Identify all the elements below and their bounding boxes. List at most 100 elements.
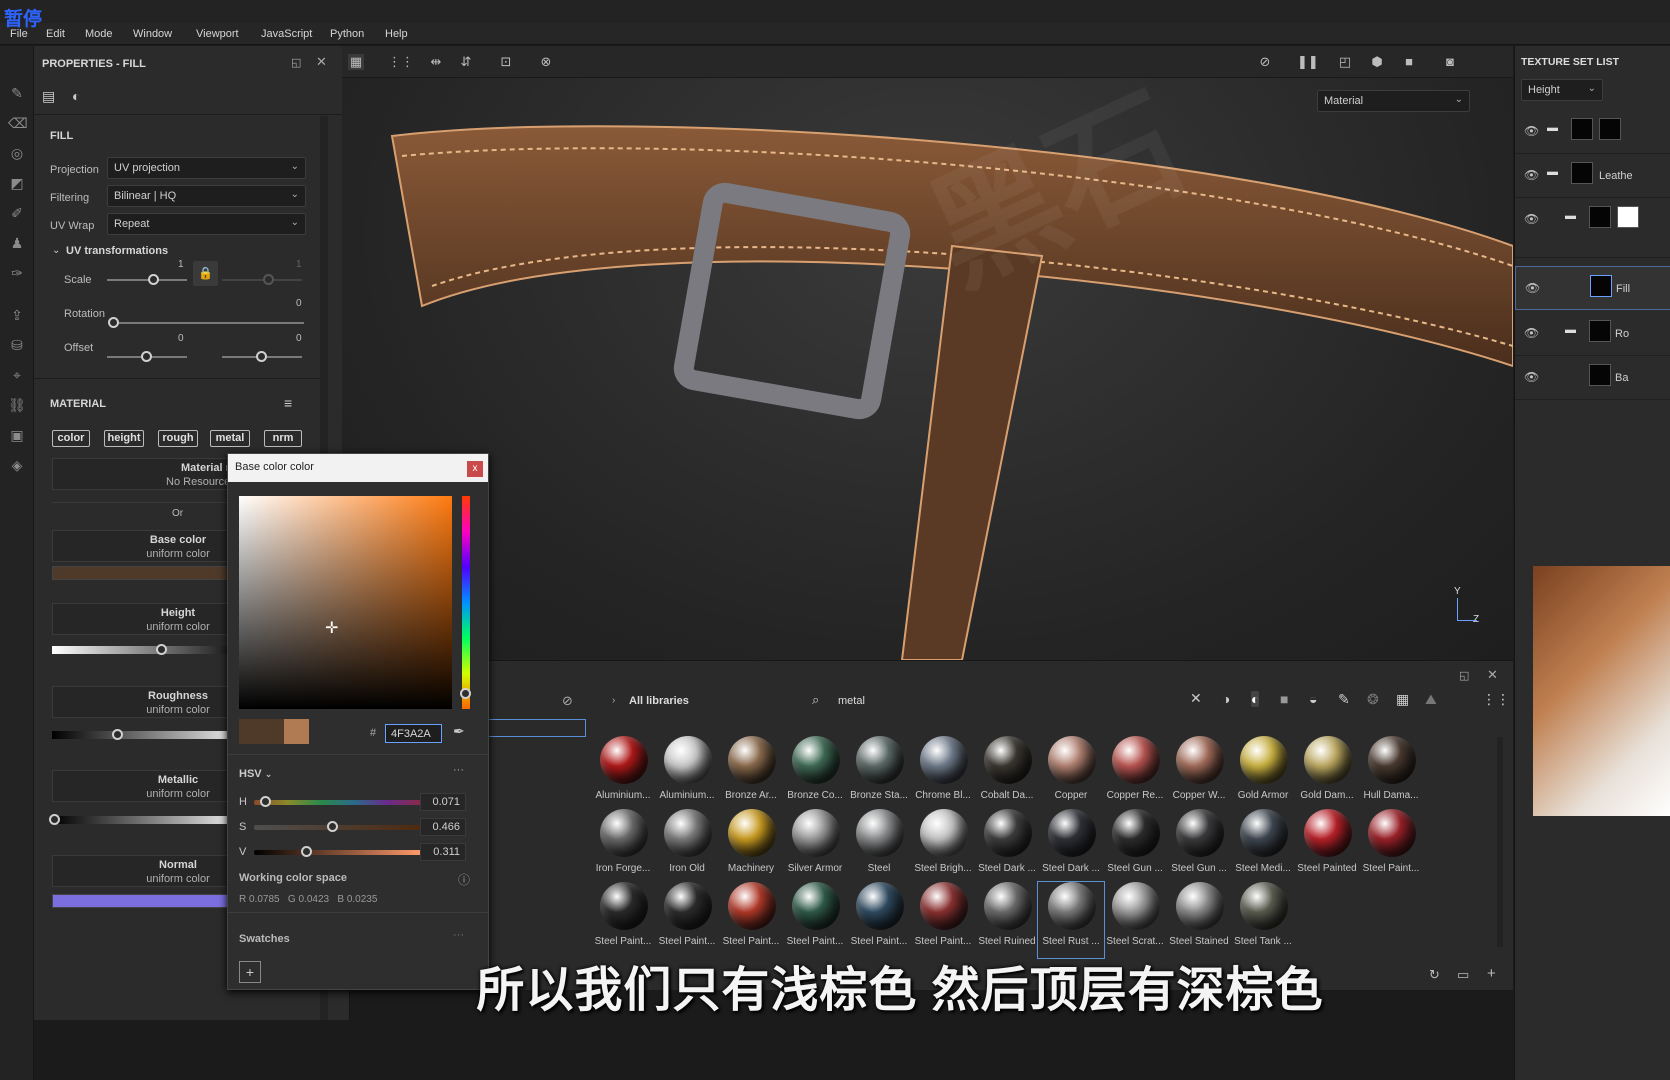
material-thumbnail[interactable]: Bronze Co... (782, 736, 848, 812)
chip-rough[interactable]: rough (158, 430, 198, 447)
color-mode-dropdown[interactable]: HSV ⌄ (239, 768, 272, 780)
metallic-slider-knob[interactable] (49, 814, 60, 825)
material-thumbnail[interactable]: Steel Rust ... (1037, 881, 1105, 959)
material-thumbnail[interactable]: Machinery (718, 809, 784, 885)
material-thumbnail[interactable]: Steel Gun ... (1102, 809, 1168, 885)
clear-search-icon[interactable]: ✕ (1190, 690, 1202, 707)
menu-javascript[interactable]: JavaScript (261, 28, 312, 40)
export-icon[interactable]: ⇪ (8, 306, 26, 324)
material-thumbnail[interactable]: Iron Forge... (590, 809, 656, 885)
menu-mode[interactable]: Mode (85, 28, 113, 40)
symmetry-icon[interactable]: ⇹ (428, 54, 444, 70)
material-thumbnail[interactable]: Steel Paint... (654, 882, 720, 958)
layer-row[interactable]: 👁 ▬ (1515, 198, 1670, 258)
clone-icon[interactable]: ♟ (8, 234, 26, 252)
close-panel-icon[interactable]: ✕ (316, 54, 327, 70)
info-icon[interactable]: ⓘ (458, 871, 470, 888)
close-icon[interactable]: x (467, 461, 483, 477)
saturation-value-field[interactable] (239, 496, 452, 709)
roughness-slot[interactable]: Roughness uniform color (52, 686, 252, 718)
material-thumbnail[interactable]: Steel Paint... (1358, 809, 1424, 885)
material-thumbnail[interactable]: Steel Scrat... (1102, 882, 1168, 958)
material-thumbnail[interactable]: Iron Old (654, 809, 720, 885)
grid-select-icon[interactable]: ▦ (348, 54, 364, 70)
chip-nrm[interactable]: nrm (264, 430, 302, 447)
layer-settings-tab-icon[interactable]: ▤ (42, 88, 55, 105)
picker-icon[interactable]: ✑ (8, 264, 26, 282)
material-thumbnail[interactable]: Steel Painted (1294, 809, 1360, 885)
filter-smart-materials-icon[interactable]: ◐ (1251, 691, 1260, 707)
material-thumbnail[interactable]: Gold Armor (1230, 736, 1296, 812)
view-3d-icon[interactable]: ⬢ (1369, 54, 1385, 70)
hide-filter-icon[interactable]: ⊘ (562, 693, 573, 709)
material-thumbnail[interactable]: Hull Dama... (1358, 736, 1424, 812)
menu-window[interactable]: Window (133, 28, 172, 40)
eyedropper-icon[interactable]: ✒ (453, 723, 465, 740)
fit-view-icon[interactable]: ⊡ (498, 54, 514, 70)
camera-icon[interactable]: ■ (1401, 54, 1417, 70)
filtering-dropdown[interactable]: Bilinear | HQ ⌄ (107, 185, 306, 207)
layer-row[interactable]: 👁 ▬ (1515, 110, 1670, 154)
v-value-input[interactable]: 0.311 (420, 843, 466, 861)
close-shelf-icon[interactable]: ✕ (1487, 667, 1498, 683)
material-thumbnail[interactable]: Gold Dam... (1294, 736, 1360, 812)
menu-python[interactable]: Python (330, 28, 364, 40)
refresh-icon[interactable]: ↻ (1429, 967, 1440, 983)
menu-edit[interactable]: Edit (46, 28, 65, 40)
shelf-search-input[interactable]: metal (838, 695, 865, 707)
offset-slider-knob-2[interactable] (256, 351, 267, 362)
visibility-eye-icon[interactable]: 👁 (1524, 370, 1539, 384)
material-thumbnail[interactable]: Bronze Sta... (846, 736, 912, 812)
library-label[interactable]: All libraries (629, 695, 689, 707)
material-thumbnail[interactable]: Steel Paint... (846, 882, 912, 958)
chip-color[interactable]: color (52, 430, 90, 447)
v-slider-knob[interactable] (301, 846, 312, 857)
current-color-swatch[interactable] (284, 719, 309, 744)
material-thumbnail[interactable]: Steel Tank ... (1230, 882, 1296, 958)
material-thumbnail[interactable]: Copper W... (1166, 736, 1232, 812)
material-thumbnail[interactable]: Steel Stained (1166, 882, 1232, 958)
more-options-icon[interactable]: ··· (453, 764, 464, 776)
base-color-swatch[interactable] (52, 566, 252, 580)
material-thumbnail[interactable]: Steel Gun ... (1166, 809, 1232, 885)
height-slider-knob[interactable] (156, 644, 167, 655)
material-thumbnail[interactable]: Steel Medi... (1230, 809, 1296, 885)
material-tab-icon[interactable]: ◐ (72, 88, 80, 104)
viewport-material-dropdown[interactable]: Material ⌄ (1317, 90, 1470, 112)
pause-render-icon[interactable]: ❚❚ (1297, 54, 1319, 70)
material-thumbnail[interactable]: Steel Paint... (910, 882, 976, 958)
material-thumbnail[interactable]: Aluminium... (654, 736, 720, 812)
menu-help[interactable]: Help (385, 28, 408, 40)
hide-icon[interactable]: ⊘ (1257, 54, 1273, 70)
lock-icon[interactable]: 🔒 (193, 261, 218, 286)
screenshot-icon[interactable]: ◙ (1442, 54, 1458, 70)
metallic-slot[interactable]: Metallic uniform color (52, 770, 252, 802)
h-slider[interactable] (254, 800, 421, 805)
menu-viewport[interactable]: Viewport (196, 28, 239, 40)
material-thumbnail[interactable]: Steel Brigh... (910, 809, 976, 885)
scale-slider-track[interactable] (107, 279, 187, 281)
filter-procedurals-icon[interactable]: ◒ (1309, 691, 1317, 707)
filter-environments-icon[interactable]: ⛰ (1425, 691, 1437, 708)
add-resource-icon[interactable]: + (1487, 965, 1496, 982)
layer-row[interactable]: 👁 ▬ Ro (1515, 312, 1670, 356)
reset-camera-icon[interactable]: ⊗ (538, 54, 554, 70)
grid-options-icon[interactable]: ⋮⋮ (388, 54, 414, 70)
geometry-mask-icon[interactable]: ◩ (8, 174, 26, 192)
hex-input[interactable]: 4F3A2A (385, 724, 442, 743)
swatches-more-icon[interactable]: ··· (453, 929, 464, 941)
hue-slider[interactable] (462, 496, 470, 709)
material-thumbnail[interactable]: Copper Re... (1102, 736, 1168, 812)
layer-row-selected[interactable]: 👁 Fill (1515, 266, 1670, 310)
view-2d-icon[interactable]: ◰ (1337, 54, 1353, 70)
material-thumbnail[interactable]: Steel Paint... (782, 882, 848, 958)
base-color-slot[interactable]: Base color uniform color (52, 530, 252, 562)
channel-dropdown[interactable]: Height ⌄ (1521, 79, 1603, 101)
height-gradient-slider[interactable] (52, 646, 252, 654)
hue-slider-knob[interactable] (460, 688, 471, 699)
visibility-eye-icon[interactable]: 👁 (1525, 281, 1540, 295)
projection-dropdown[interactable]: UV projection ⌄ (107, 157, 306, 179)
paint-brush-icon[interactable]: ✎ (8, 84, 26, 102)
float-panel-icon[interactable]: ◱ (291, 56, 301, 69)
filter-textures-icon[interactable]: ▦ (1396, 691, 1409, 708)
